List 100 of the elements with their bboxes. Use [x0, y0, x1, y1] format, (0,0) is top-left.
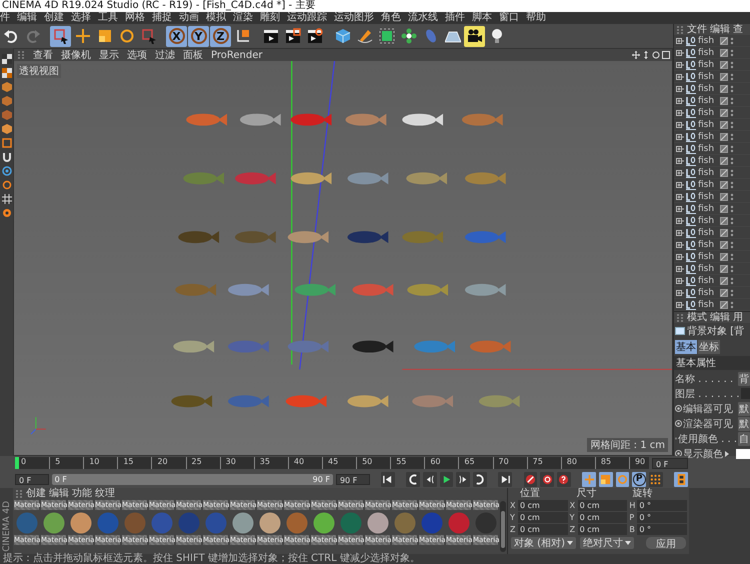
tag-icon[interactable]: [720, 264, 728, 272]
fish-model[interactable]: [347, 231, 388, 244]
attribute-tab[interactable]: 坐标: [698, 340, 720, 354]
visibility-dots-icon[interactable]: [730, 48, 734, 56]
checker-icon[interactable]: [2, 54, 12, 64]
drag-handle-icon[interactable]: [17, 51, 25, 59]
point-level-button[interactable]: [649, 472, 663, 486]
viewport-menu-item[interactable]: ProRender: [211, 50, 262, 60]
visibility-dots-icon[interactable]: [730, 156, 734, 164]
tag-icon[interactable]: [720, 300, 728, 308]
expand-icon[interactable]: [676, 168, 684, 178]
tag-icon[interactable]: [720, 96, 728, 104]
object-name[interactable]: fish: [698, 228, 718, 238]
panel-menu-item[interactable]: 编辑: [49, 488, 69, 499]
visibility-dots-icon[interactable]: [730, 84, 734, 92]
keyframe-button[interactable]: [675, 405, 682, 412]
expand-icon[interactable]: [676, 72, 684, 82]
timeline-button[interactable]: [674, 472, 688, 486]
previous-key-button[interactable]: [406, 472, 420, 486]
tag-icon[interactable]: [720, 84, 728, 92]
viewport-menu-item[interactable]: 选项: [127, 48, 147, 62]
visibility-dots-icon[interactable]: [730, 120, 734, 128]
object-name[interactable]: fish: [698, 132, 718, 142]
menu-item[interactable]: 件: [0, 12, 10, 24]
expand-icon[interactable]: [676, 276, 684, 286]
tag-icon[interactable]: [720, 156, 728, 164]
menu-item[interactable]: 运动跟踪: [287, 12, 327, 24]
panel-menu-item[interactable]: 功能: [72, 488, 92, 499]
coordinate-field[interactable]: 0 cm: [518, 500, 568, 511]
coordinate-field[interactable]: 0 cm: [518, 524, 568, 535]
menu-item[interactable]: 模拟: [206, 12, 226, 24]
next-key-button[interactable]: [473, 472, 487, 486]
visibility-dots-icon[interactable]: [730, 288, 734, 296]
mode-dropdown[interactable]: 对象 (相对): [511, 537, 576, 549]
visibility-dots-icon[interactable]: [730, 144, 734, 152]
expand-icon[interactable]: [676, 84, 684, 94]
visibility-dots-icon[interactable]: [730, 132, 734, 140]
pan-arrows-icon[interactable]: [632, 51, 640, 59]
object-name[interactable]: fish: [698, 216, 718, 226]
parameter-key-button[interactable]: P: [632, 472, 646, 486]
mode-dropdown[interactable]: 绝对尺寸: [580, 537, 634, 549]
zoom-arrows-icon[interactable]: [642, 51, 650, 59]
autokey-button[interactable]: [540, 472, 554, 486]
object-name[interactable]: fish: [698, 288, 718, 298]
tag-icon[interactable]: [720, 120, 728, 128]
expand-icon[interactable]: [676, 288, 684, 298]
tag-icon[interactable]: [720, 252, 728, 260]
visibility-dots-icon[interactable]: [730, 216, 734, 224]
tag-icon[interactable]: [720, 72, 728, 80]
menu-item[interactable]: 捕捉: [152, 12, 172, 24]
object-name[interactable]: fish: [698, 180, 718, 190]
fish-model[interactable]: [402, 114, 444, 126]
expand-icon[interactable]: [676, 252, 684, 262]
grid-icon[interactable]: [2, 194, 12, 204]
fish-model[interactable]: [352, 340, 394, 353]
visibility-dots-icon[interactable]: [730, 192, 734, 200]
apply-button[interactable]: 应用: [646, 537, 686, 549]
expand-icon[interactable]: [676, 96, 684, 106]
object-name[interactable]: fish: [698, 96, 718, 106]
keyframe-selection-button[interactable]: [556, 472, 571, 486]
object-name[interactable]: fish: [698, 252, 718, 262]
tag-icon[interactable]: [720, 168, 728, 176]
viewport-menu-item[interactable]: 面板: [183, 48, 203, 62]
orbit-icon[interactable]: [652, 51, 660, 59]
material-sphere[interactable]: [312, 512, 334, 534]
frame-icon[interactable]: [2, 138, 12, 148]
tag-icon[interactable]: [720, 276, 728, 284]
keyframe-button[interactable]: [675, 420, 682, 427]
expand-icon[interactable]: [676, 204, 684, 214]
material-sphere[interactable]: [42, 512, 64, 534]
visibility-dots-icon[interactable]: [730, 204, 734, 212]
object-name[interactable]: fish: [698, 48, 718, 58]
object-name[interactable]: fish: [698, 144, 718, 154]
panel-menu-item[interactable]: 用: [733, 312, 743, 323]
tag-icon[interactable]: [720, 144, 728, 152]
position-key-button[interactable]: [582, 472, 596, 486]
maximize-icon[interactable]: [662, 51, 670, 59]
attribute-dropdown[interactable]: 默: [738, 416, 750, 430]
frame-range-slider[interactable]: 0 F 90 F: [52, 474, 333, 484]
expand-icon[interactable]: [676, 300, 684, 310]
expand-icon[interactable]: [676, 216, 684, 226]
object-name[interactable]: fish: [698, 300, 718, 310]
previous-frame-button[interactable]: [422, 472, 437, 486]
menu-item[interactable]: 创建: [44, 12, 64, 24]
menu-item[interactable]: 插件: [445, 12, 465, 24]
expand-icon[interactable]: [676, 240, 684, 250]
menu-item[interactable]: 选择: [71, 12, 91, 24]
menu-item[interactable]: 网格: [125, 12, 145, 24]
tag-icon[interactable]: [720, 204, 728, 212]
timeline-ruler[interactable]: 0 5 10 15 20 25 30 35 40 45 50 55 60 65 70 75 80 85 90: [15, 457, 649, 469]
axis-lock-button[interactable]: Z: [210, 26, 231, 46]
menu-item[interactable]: 脚本: [472, 12, 492, 24]
menu-item[interactable]: 流水线: [408, 12, 438, 24]
viewport-canvas[interactable]: 透视视图 网格间距 : 1 cm: [14, 61, 672, 455]
visibility-dots-icon[interactable]: [730, 252, 734, 260]
tag-icon[interactable]: [720, 36, 728, 44]
visibility-dots-icon[interactable]: [730, 96, 734, 104]
coordinate-field[interactable]: 0 cm: [518, 512, 568, 523]
visibility-dots-icon[interactable]: [730, 276, 734, 284]
tag-icon[interactable]: [720, 108, 728, 116]
